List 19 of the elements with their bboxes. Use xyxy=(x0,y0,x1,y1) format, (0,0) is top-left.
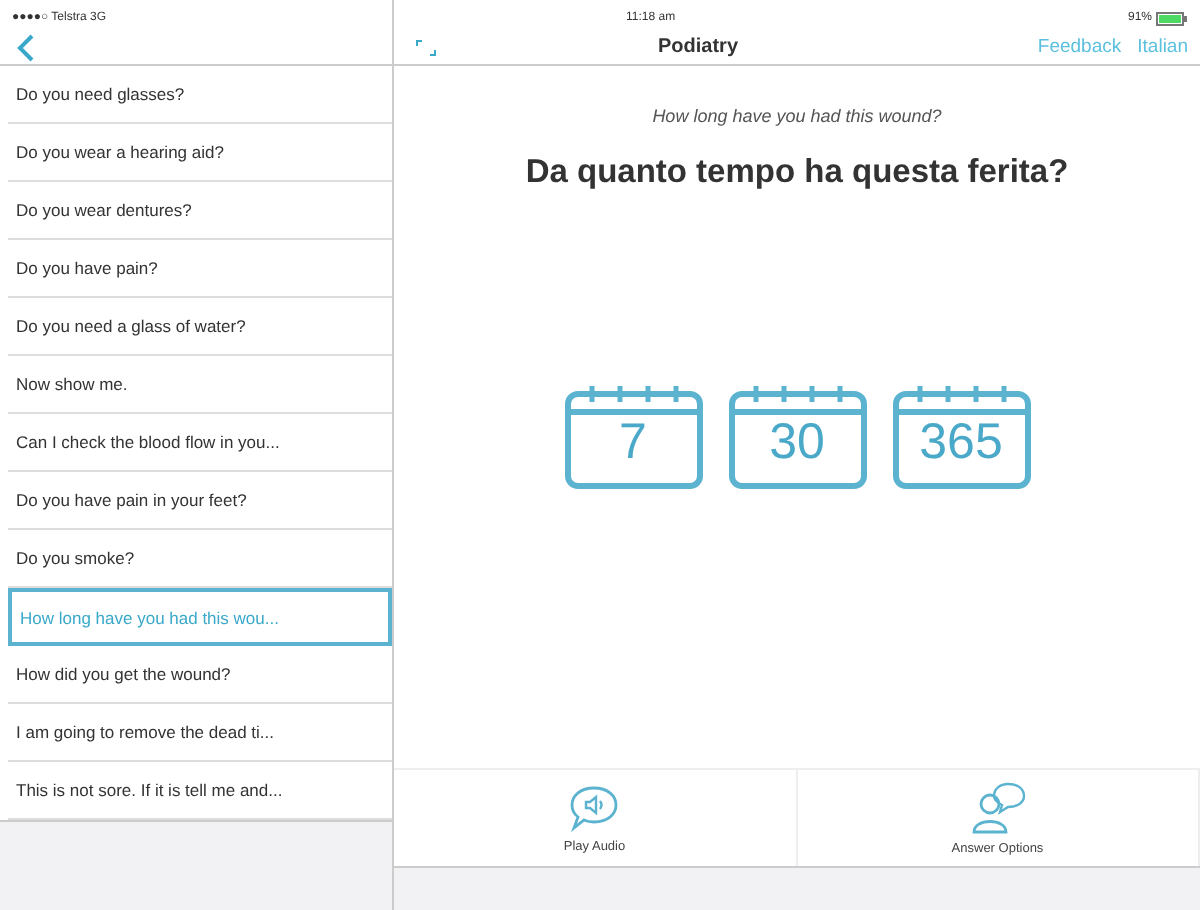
question-item[interactable]: Do you have pain in your feet? xyxy=(8,472,392,530)
question-item[interactable]: Do you need a glass of water? xyxy=(8,298,392,356)
expand-icon[interactable] xyxy=(414,37,438,57)
question-item[interactable]: Do you smoke? xyxy=(8,530,392,588)
question-item[interactable]: Do you need glasses? xyxy=(8,66,392,124)
speech-bubble-speaker-icon xyxy=(568,783,621,831)
english-question: How long have you had this wound? xyxy=(652,106,942,126)
question-item[interactable]: Can I check the blood flow in you... xyxy=(8,414,392,472)
question-item[interactable]: Do you wear a hearing aid? xyxy=(8,124,392,182)
question-item[interactable]: Now show me. xyxy=(8,356,392,414)
question-item[interactable]: Do you have pain? xyxy=(8,240,392,298)
question-item[interactable]: Do you wear dentures? xyxy=(8,182,392,240)
translated-question: Da quanto tempo ha questa ferita? xyxy=(525,154,1069,192)
question-item[interactable]: I am going to remove the dead ti... xyxy=(8,704,392,762)
person-speech-icon xyxy=(969,781,1026,833)
question-item[interactable]: How did you get the wound? xyxy=(8,646,392,704)
nav-title: Podiatry xyxy=(658,36,741,58)
back-icon[interactable] xyxy=(16,33,36,61)
battery-icon xyxy=(1156,11,1188,25)
